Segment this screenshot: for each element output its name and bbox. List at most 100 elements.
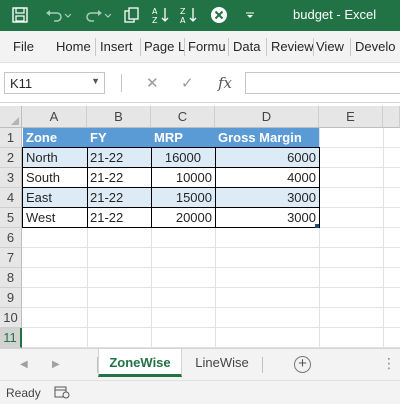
table-cell[interactable]: 20000 bbox=[151, 208, 215, 228]
gridline bbox=[22, 287, 400, 288]
status-ready: Ready bbox=[6, 386, 41, 400]
formula-bar: K11 ▼ ✕ ✓ fx bbox=[0, 63, 400, 103]
table-cell[interactable]: West bbox=[23, 208, 87, 228]
table-cell[interactable]: 21-22 bbox=[87, 168, 151, 188]
table-header-fy[interactable]: FY bbox=[87, 128, 151, 148]
column-header-e[interactable]: E bbox=[319, 106, 383, 128]
table-cell[interactable]: South bbox=[23, 168, 87, 188]
gridline bbox=[22, 327, 400, 328]
add-sheet-icon[interactable]: + bbox=[294, 356, 311, 373]
table-header-zone[interactable]: Zone bbox=[23, 128, 87, 148]
ribbon-tabs: File Home Insert Page L Formu Data Revie… bbox=[0, 31, 400, 63]
ribbon-divider bbox=[228, 38, 229, 56]
table-cell[interactable]: 21-22 bbox=[87, 188, 151, 208]
table-border bbox=[22, 207, 320, 208]
table-cell[interactable]: East bbox=[23, 188, 87, 208]
worksheet-grid[interactable]: A B C D E 1 2 3 4 5 6 7 8 9 10 11 Zone F… bbox=[0, 106, 400, 348]
save-icon[interactable] bbox=[8, 3, 32, 27]
table-cell[interactable]: 16000 bbox=[151, 148, 215, 168]
gridline bbox=[22, 267, 400, 268]
tab-developer[interactable]: Develo bbox=[355, 39, 400, 54]
column-header-d[interactable]: D bbox=[215, 106, 319, 128]
name-box-value: K11 bbox=[10, 76, 33, 91]
scroll-right-icon[interactable]: ▶ bbox=[52, 359, 60, 370]
tab-divider bbox=[262, 357, 263, 373]
enter-check-icon[interactable]: ✓ bbox=[181, 74, 194, 92]
ribbon-divider bbox=[313, 38, 314, 56]
table-header-gross-margin[interactable]: Gross Margin bbox=[215, 128, 319, 148]
scroll-left-icon[interactable]: ◀ bbox=[20, 359, 28, 370]
sort-ascending-icon[interactable]: AZ bbox=[150, 3, 172, 27]
table-cell[interactable]: 21-22 bbox=[87, 148, 151, 168]
column-header-a[interactable]: A bbox=[22, 106, 87, 128]
insert-function-icon[interactable]: fx bbox=[218, 74, 232, 92]
row-header-5[interactable]: 5 bbox=[0, 208, 22, 228]
table-header-mrp[interactable]: MRP bbox=[151, 128, 215, 148]
svg-text:Z: Z bbox=[152, 16, 158, 24]
more-options-icon[interactable]: ⋮ bbox=[382, 355, 396, 372]
table-resize-handle[interactable] bbox=[315, 224, 319, 228]
tab-file[interactable]: File bbox=[13, 39, 43, 54]
undo-icon[interactable] bbox=[44, 3, 72, 27]
window-title: budget - Excel bbox=[293, 7, 377, 22]
table-cell[interactable]: 15000 bbox=[151, 188, 215, 208]
ribbon-divider bbox=[184, 38, 185, 56]
chevron-down-icon[interactable]: ▼ bbox=[91, 76, 100, 86]
row-header-4[interactable]: 4 bbox=[0, 188, 22, 208]
sort-descending-icon[interactable]: ZA bbox=[178, 3, 200, 27]
macro-recording-icon[interactable] bbox=[54, 385, 70, 402]
tab-formulas[interactable]: Formu bbox=[188, 39, 228, 54]
row-header-1[interactable]: 1 bbox=[0, 128, 22, 148]
column-header-c[interactable]: C bbox=[151, 106, 215, 128]
tab-home[interactable]: Home bbox=[56, 39, 94, 54]
sheet-tab-bar: ◀ ▶ ZoneWise LineWise + ⋮ bbox=[0, 348, 400, 380]
table-cell[interactable]: 3000 bbox=[215, 188, 319, 208]
row-header-3[interactable]: 3 bbox=[0, 168, 22, 188]
table-border bbox=[22, 187, 320, 188]
row-header-8[interactable]: 8 bbox=[0, 268, 22, 288]
ribbon-divider bbox=[350, 38, 351, 56]
name-box[interactable]: K11 ▼ bbox=[4, 72, 105, 94]
table-cell[interactable]: 6000 bbox=[215, 148, 319, 168]
ribbon-divider bbox=[140, 38, 141, 56]
formula-bar-divider bbox=[121, 74, 122, 92]
clear-circle-icon[interactable] bbox=[208, 3, 230, 27]
gridline bbox=[319, 128, 320, 348]
title-bar: AZ ZA budget - Excel bbox=[0, 0, 400, 31]
customize-toolbar-icon[interactable] bbox=[242, 3, 258, 27]
gridline bbox=[22, 307, 400, 308]
status-bar: Ready bbox=[0, 380, 400, 404]
row-header-9[interactable]: 9 bbox=[0, 288, 22, 308]
column-header-f[interactable] bbox=[383, 106, 400, 128]
table-cell[interactable]: 10000 bbox=[151, 168, 215, 188]
svg-text:A: A bbox=[152, 7, 158, 16]
row-header-11[interactable]: 11 bbox=[0, 328, 22, 348]
svg-text:A: A bbox=[180, 16, 186, 24]
sheet-tab-linewise[interactable]: LineWise bbox=[184, 349, 260, 377]
table-cell[interactable]: 21-22 bbox=[87, 208, 151, 228]
row-header-7[interactable]: 7 bbox=[0, 248, 22, 268]
svg-text:Z: Z bbox=[180, 7, 186, 16]
table-cell[interactable]: North bbox=[23, 148, 87, 168]
column-header-b[interactable]: B bbox=[87, 106, 151, 128]
row-header-6[interactable]: 6 bbox=[0, 228, 22, 248]
tab-data[interactable]: Data bbox=[233, 39, 265, 54]
table-cell[interactable]: 4000 bbox=[215, 168, 319, 188]
formula-input[interactable] bbox=[245, 72, 400, 94]
table-border bbox=[22, 167, 320, 168]
gridline bbox=[383, 128, 384, 348]
cancel-icon[interactable]: ✕ bbox=[146, 74, 159, 92]
row-header-10[interactable]: 10 bbox=[0, 308, 22, 328]
tab-view[interactable]: View bbox=[316, 39, 348, 54]
tab-insert[interactable]: Insert bbox=[100, 39, 140, 54]
ribbon-divider bbox=[95, 38, 96, 56]
sheet-tab-zonewise[interactable]: ZoneWise bbox=[98, 349, 182, 377]
tab-review[interactable]: Review bbox=[271, 39, 313, 54]
copy-icon[interactable] bbox=[122, 3, 142, 27]
tab-page-layout[interactable]: Page L bbox=[144, 39, 184, 54]
redo-icon[interactable] bbox=[84, 3, 112, 27]
select-all-button[interactable] bbox=[0, 106, 22, 128]
ribbon-divider bbox=[266, 38, 267, 56]
table-cell[interactable]: 3000 bbox=[215, 208, 319, 228]
row-header-2[interactable]: 2 bbox=[0, 148, 22, 168]
